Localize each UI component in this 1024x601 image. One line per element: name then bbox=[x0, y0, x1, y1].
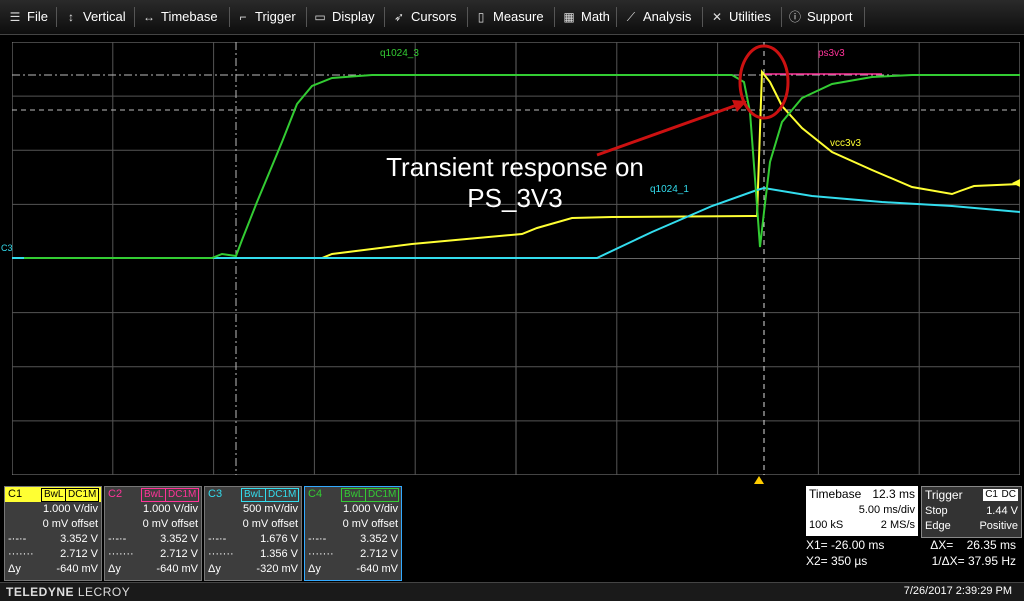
label-vcc3v3: vcc3v3 bbox=[830, 138, 862, 149]
channel-c4-header: C4 BwL DC1M bbox=[305, 487, 401, 502]
support-icon: ⓘ bbox=[788, 10, 801, 24]
brand-logo: TELEDYNE LECROY bbox=[6, 585, 131, 599]
label-q1024-3: q1024_3 bbox=[380, 48, 419, 59]
trigger-position-marker[interactable] bbox=[754, 476, 764, 484]
channel-c3-panel[interactable]: C3 BwL DC1M 500 mV/div 0 mV offset -·-·-… bbox=[204, 486, 302, 581]
channel-c1-panel[interactable]: C1 BwL DC1M 1.000 V/div 0 mV offset -·-·… bbox=[4, 486, 102, 581]
channel-c2-panel[interactable]: C2 BwL DC1M 1.000 V/div 0 mV offset -·-·… bbox=[104, 486, 202, 581]
date-time: 7/26/2017 2:39:29 PM bbox=[903, 585, 1012, 597]
menu-bar: ☰ File ↕ Vertical ↔ Timebase ⌐ Trigger ▭ Disp… bbox=[0, 0, 1024, 35]
status-footer: TELEDYNE LECROY 7/26/2017 2:39:29 PM bbox=[0, 582, 1024, 601]
trigger-source-badge: C1 bbox=[983, 489, 1000, 501]
annotation-line1: Transient response on bbox=[386, 152, 644, 182]
annotation-text: Transient response on PS_3V3 bbox=[360, 152, 670, 214]
menu-separator bbox=[616, 7, 617, 27]
menu-separator bbox=[781, 7, 782, 27]
analysis-icon: ⟋ bbox=[626, 10, 636, 24]
channel-c2-header: C2 BwL DC1M bbox=[105, 487, 201, 502]
menu-measure[interactable]: ▯ Measure bbox=[474, 0, 544, 34]
menu-analysis[interactable]: ⟋ Analysis bbox=[624, 0, 692, 34]
menu-file[interactable]: ☰ File bbox=[8, 0, 48, 34]
timebase-panel[interactable]: Timebase 12.3 ms 5.00 ms/div 100 kS 2 MS/s bbox=[806, 486, 918, 536]
menu-separator bbox=[554, 7, 555, 27]
menu-separator bbox=[134, 7, 135, 27]
display-icon: ▭ bbox=[314, 10, 326, 24]
label-c3-left: C3 bbox=[1, 243, 13, 253]
menu-cursors[interactable]: ➶ Cursors bbox=[392, 0, 457, 34]
menu-separator bbox=[702, 7, 703, 27]
channel-c3-header: C3 BwL DC1M bbox=[205, 487, 301, 502]
math-icon: ▦ bbox=[563, 10, 575, 24]
cursor-readout: X1= -26.00 ms ΔX= 26.35 ms X2= 350 µs 1/… bbox=[806, 538, 1016, 568]
menu-utilities[interactable]: ✕ Utilities bbox=[710, 0, 771, 34]
annotation-line2: PS_3V3 bbox=[467, 183, 563, 213]
file-icon: ☰ bbox=[9, 10, 21, 24]
menu-separator bbox=[467, 7, 468, 27]
menu-timebase[interactable]: ↔ Timebase bbox=[142, 0, 218, 34]
menu-display[interactable]: ▭ Display bbox=[313, 0, 374, 34]
vertical-icon: ↕ bbox=[68, 10, 74, 24]
channel-c4-panel[interactable]: C4 BwL DC1M 1.000 V/div 0 mV offset -·-·… bbox=[304, 486, 402, 581]
menu-support[interactable]: ⓘ Support bbox=[788, 0, 853, 34]
waveform-grid[interactable] bbox=[12, 42, 1020, 475]
menu-separator bbox=[56, 7, 57, 27]
utilities-icon: ✕ bbox=[711, 10, 723, 24]
channel-c1-header: C1 BwL DC1M bbox=[5, 487, 101, 502]
menu-separator bbox=[306, 7, 307, 27]
trigger-icon: ⌐ bbox=[239, 10, 247, 24]
menu-separator bbox=[864, 7, 865, 27]
menu-separator bbox=[229, 7, 230, 27]
measure-icon: ▯ bbox=[477, 10, 485, 24]
menu-separator bbox=[384, 7, 385, 27]
menu-vertical[interactable]: ↕ Vertical bbox=[64, 0, 126, 34]
timebase-icon: ↔ bbox=[143, 10, 155, 24]
cursors-icon: ➶ bbox=[393, 10, 405, 24]
menu-trigger[interactable]: ⌐ Trigger bbox=[236, 0, 295, 34]
menu-math[interactable]: ▦ Math bbox=[562, 0, 610, 34]
trigger-panel[interactable]: Trigger C1 DC Stop 1.44 V Edge Positive bbox=[921, 486, 1022, 538]
trigger-coupling-badge: DC bbox=[999, 489, 1018, 501]
label-ps3v3: ps3v3 bbox=[818, 48, 845, 59]
